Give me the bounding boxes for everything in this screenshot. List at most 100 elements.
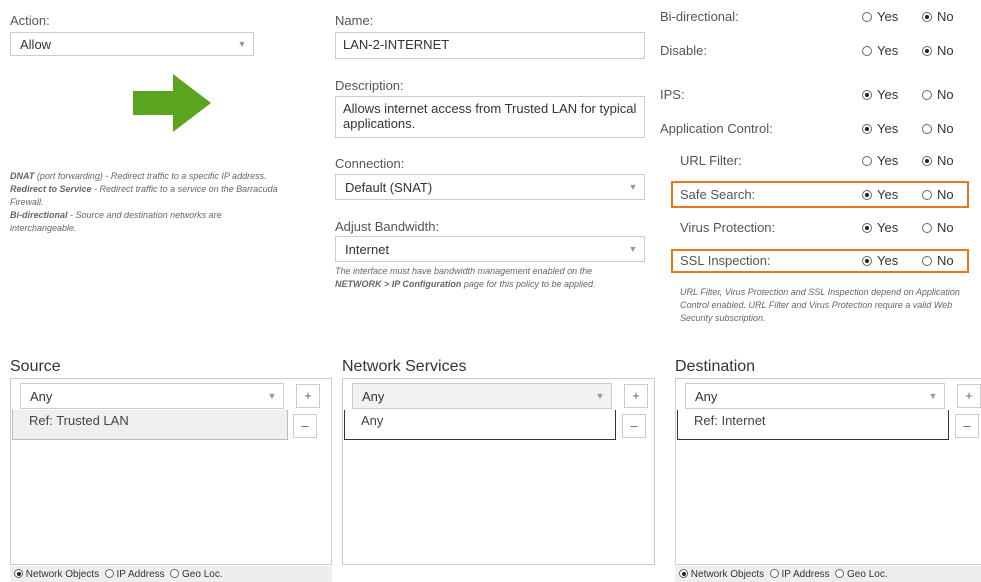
radio-network-objects[interactable] [679, 569, 688, 578]
bandwidth-help-post: page for this policy to be applied. [461, 279, 596, 289]
radio-icon [922, 12, 932, 22]
virus-protection-yes-radio[interactable]: Yes [862, 220, 898, 235]
services-select-value: Any [362, 388, 385, 404]
radio-ip-address[interactable] [104, 569, 114, 578]
radio-ip-address[interactable] [769, 569, 779, 578]
bi-directional-no-radio[interactable]: No [922, 9, 954, 24]
destination-title: Destination [675, 358, 756, 375]
network-objects-label: Network Objects [690, 569, 765, 580]
radio-label: No [937, 87, 954, 102]
ip-address-label: IP Address [781, 569, 830, 580]
radio-geo-loc[interactable] [835, 569, 845, 578]
redirect-term: Redirect to Service [10, 184, 92, 194]
radio-label: No [937, 153, 954, 168]
radio-icon [862, 12, 872, 22]
radio-icon [862, 124, 872, 134]
bandwidth-help: The interface must have bandwidth manage… [335, 265, 625, 291]
source-list-item[interactable]: Ref: Trusted LAN [12, 410, 288, 440]
services-title: Network Services [342, 358, 467, 375]
chevron-down-icon: ▼ [267, 391, 277, 401]
action-label: Action: [10, 13, 50, 28]
radio-label: Yes [877, 153, 899, 168]
chevron-down-icon: ▼ [595, 391, 605, 401]
radio-icon [862, 90, 872, 100]
radio-icon [922, 46, 932, 56]
destination-remove-button[interactable]: – [955, 414, 979, 438]
bidir-term: Bi-directional [10, 210, 68, 220]
source-add-button[interactable]: + [296, 384, 320, 408]
radio-label: Yes [877, 220, 899, 235]
application-control-yes-radio[interactable]: Yes [862, 121, 898, 136]
safe-search-highlight [671, 181, 969, 208]
services-select[interactable]: Any ▼ [352, 383, 612, 409]
radio-icon [922, 156, 932, 166]
radio-label: No [937, 9, 954, 24]
disable-label: Disable: [660, 43, 707, 58]
url-filter-label: URL Filter: [680, 153, 742, 168]
radio-label: No [937, 121, 954, 136]
bandwidth-help-pre: The interface must have bandwidth manage… [335, 266, 593, 276]
virus-protection-no-radio[interactable]: No [922, 220, 954, 235]
source-type-radios: Network Objects IP Address Geo Loc. [10, 566, 332, 582]
url-filter-no-radio[interactable]: No [922, 153, 954, 168]
radio-label: Yes [877, 9, 899, 24]
name-label: Name: [335, 13, 374, 28]
radio-geo-loc[interactable] [170, 569, 180, 578]
virus-protection-label: Virus Protection: [680, 220, 776, 235]
radio-label: No [937, 43, 954, 58]
source-remove-button[interactable]: – [293, 414, 317, 438]
connection-label: Connection: [335, 156, 405, 171]
radio-icon [862, 46, 872, 56]
action-value: Allow [20, 36, 52, 52]
destination-select[interactable]: Any ▼ [685, 383, 945, 409]
chevron-down-icon: ▼ [628, 244, 638, 254]
destination-list-item[interactable]: Ref: Internet [677, 410, 949, 440]
bandwidth-value: Internet [345, 241, 390, 257]
chevron-down-icon: ▼ [237, 39, 247, 49]
radio-icon [922, 223, 932, 233]
bandwidth-select[interactable]: Internet ▼ [335, 236, 645, 262]
network-objects-label: Network Objects [25, 569, 100, 580]
application-control-label: Application Control: [660, 121, 773, 136]
action-help: DNAT (port forwarding) - Redirect traffi… [10, 170, 290, 235]
source-select-value: Any [30, 388, 53, 404]
destination-add-button[interactable]: + [957, 384, 981, 408]
radio-icon [862, 156, 872, 166]
description-field[interactable]: Allows internet access from Trusted LAN … [335, 96, 645, 138]
bi-directional-yes-radio[interactable]: Yes [862, 9, 898, 24]
chevron-down-icon: ▼ [928, 391, 938, 401]
action-select[interactable]: Allow ▼ [10, 32, 254, 56]
url-filter-yes-radio[interactable]: Yes [862, 153, 898, 168]
radio-icon [922, 124, 932, 134]
ip-address-label: IP Address [116, 569, 165, 580]
ssl-inspection-highlight [671, 249, 969, 273]
ips-yes-radio[interactable]: Yes [862, 87, 898, 102]
source-title: Source [10, 358, 61, 375]
disable-no-radio[interactable]: No [922, 43, 954, 58]
arrow-right-icon [133, 74, 211, 132]
bandwidth-help-bold: NETWORK > IP Configuration [335, 279, 462, 289]
ips-no-radio[interactable]: No [922, 87, 954, 102]
dnat-term: DNAT [10, 171, 35, 181]
ips-label: IPS: [660, 87, 685, 102]
connection-select[interactable]: Default (SNAT) ▼ [335, 174, 645, 200]
connection-value: Default (SNAT) [345, 179, 433, 195]
radio-label: Yes [877, 43, 899, 58]
geo-loc-label: Geo Loc. [847, 569, 888, 580]
radio-label: Yes [877, 121, 899, 136]
dnat-desc: (port forwarding) - Redirect traffic to … [34, 171, 267, 181]
radio-network-objects[interactable] [14, 569, 23, 578]
radio-label: Yes [877, 87, 899, 102]
services-list-item[interactable]: Any [344, 410, 616, 440]
services-remove-button[interactable]: – [622, 414, 646, 438]
name-field[interactable]: LAN-2-INTERNET [335, 32, 645, 59]
radio-icon [922, 90, 932, 100]
application-control-no-radio[interactable]: No [922, 121, 954, 136]
disable-yes-radio[interactable]: Yes [862, 43, 898, 58]
services-add-button[interactable]: + [624, 384, 648, 408]
source-select[interactable]: Any ▼ [20, 383, 284, 409]
destination-type-radios: Network Objects IP Address Geo Loc. [675, 566, 981, 582]
chevron-down-icon: ▼ [628, 182, 638, 192]
destination-select-value: Any [695, 388, 718, 404]
geo-loc-label: Geo Loc. [182, 569, 223, 580]
